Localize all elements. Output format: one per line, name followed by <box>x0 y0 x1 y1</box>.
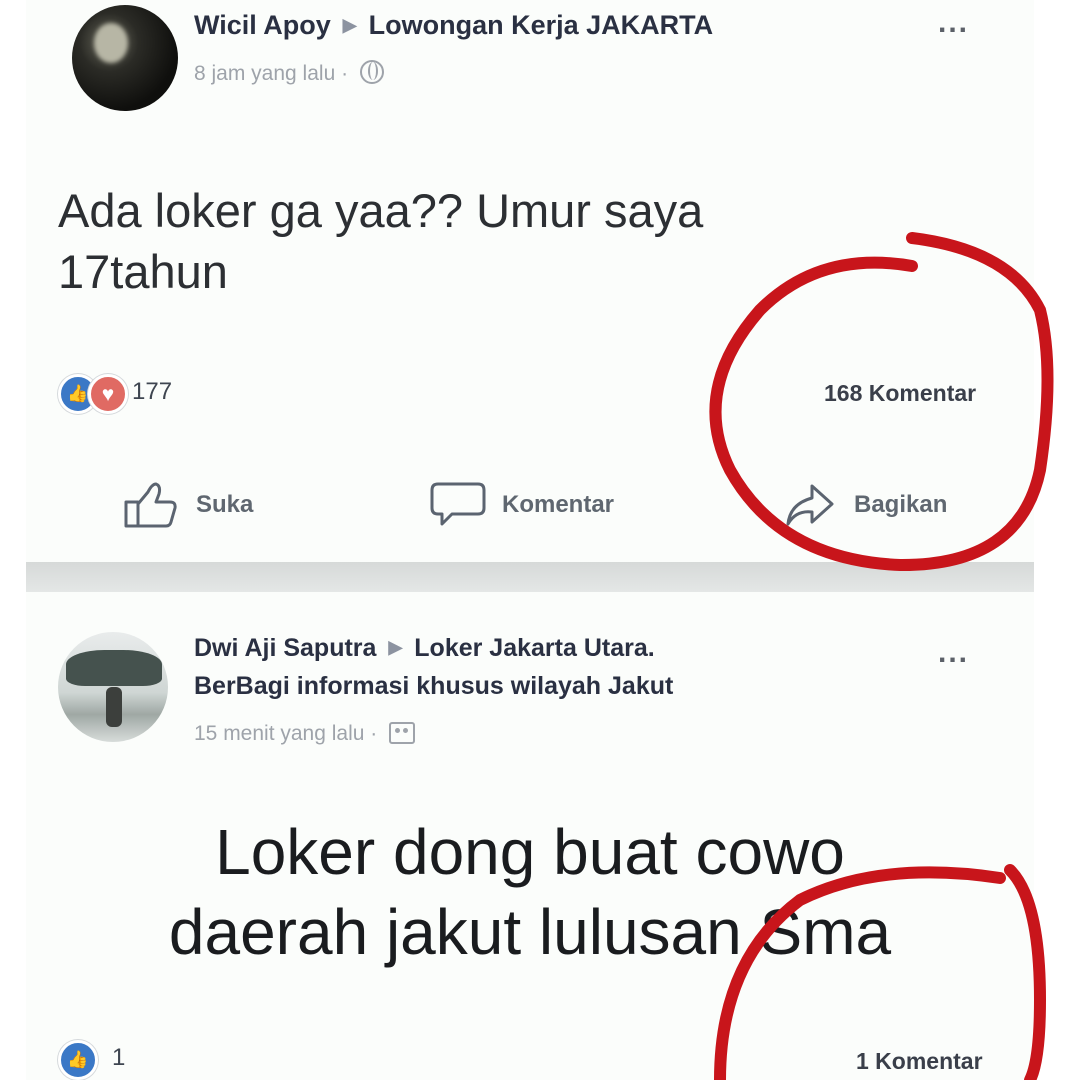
arrow-right-icon: ▶ <box>388 637 403 657</box>
post-header: Dwi Aji Saputra ▶ Loker Jakarta Utara. <box>194 634 655 663</box>
post-time[interactable]: 15 menit yang lalu <box>194 722 364 745</box>
like-reaction-icon <box>58 1040 98 1080</box>
avatar-figure <box>106 687 122 727</box>
feed-separator <box>26 562 1034 592</box>
post-meta: 15 menit yang lalu · <box>194 722 416 746</box>
like-button[interactable]: Suka <box>122 480 253 530</box>
post-card: Dwi Aji Saputra ▶ Loker Jakarta Utara. Ber… <box>26 592 1034 1080</box>
arrow-right-icon: ▶ <box>342 15 357 35</box>
share-button[interactable]: Bagikan <box>782 480 947 530</box>
thumbs-up-icon <box>124 482 177 528</box>
author-avatar[interactable] <box>72 5 178 111</box>
post-card: Wicil Apoy ▶ Lowongan Kerja JAKARTA 8 jam … <box>26 0 1034 562</box>
reactions-summary[interactable]: 1 <box>58 1040 178 1080</box>
comment-count[interactable]: 1 Komentar <box>856 1048 983 1075</box>
post-header: Wicil Apoy ▶ Lowongan Kerja JAKARTA <box>194 10 713 41</box>
group-name[interactable]: Loker Jakarta Utara. <box>414 634 654 662</box>
avatar-photo <box>66 650 162 686</box>
post-time[interactable]: 8 jam yang lalu <box>194 62 335 85</box>
more-options-button[interactable]: ... <box>938 636 969 670</box>
author-name[interactable]: Wicil Apoy <box>194 10 331 40</box>
share-label: Bagikan <box>854 491 948 518</box>
news-feed: Wicil Apoy ▶ Lowongan Kerja JAKARTA 8 jam … <box>26 0 1034 1080</box>
post-text: Ada loker ga yaa?? Umur saya 17tahun <box>58 184 704 298</box>
reaction-count: 177 <box>132 378 173 405</box>
group-icon <box>389 722 416 744</box>
post-meta: 8 jam yang lalu · <box>194 60 384 86</box>
comment-label: Komentar <box>502 491 615 518</box>
author-name[interactable]: Dwi Aji Saputra <box>194 634 376 662</box>
speech-bubble-icon <box>430 482 486 526</box>
post-text: Loker dong buat cowo daerah jakut lulusa… <box>168 816 892 968</box>
reactions-summary[interactable]: 177 <box>58 374 258 414</box>
more-options-button[interactable]: ... <box>938 6 969 40</box>
author-avatar[interactable] <box>58 632 168 742</box>
share-arrow-icon <box>786 484 834 526</box>
group-name-continued[interactable]: BerBagi informasi khusus wilayah Jakut <box>194 672 673 701</box>
group-name[interactable]: Lowongan Kerja JAKARTA <box>369 10 714 40</box>
globe-icon <box>359 60 384 84</box>
reaction-count: 1 <box>112 1044 126 1071</box>
comment-button[interactable]: Komentar <box>430 480 614 530</box>
love-reaction-icon <box>88 374 128 414</box>
comment-count[interactable]: 168 Komentar <box>824 380 976 407</box>
avatar-photo <box>94 23 128 63</box>
like-label: Suka <box>196 491 254 518</box>
